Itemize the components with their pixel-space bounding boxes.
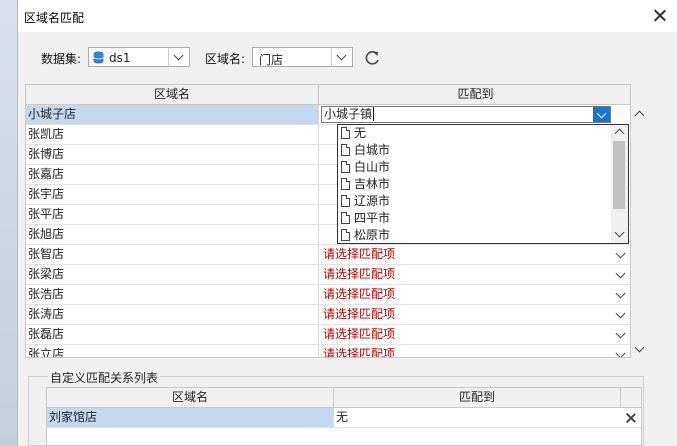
- option-label: 白城市: [354, 143, 391, 157]
- dropdown-option[interactable]: 辽源市: [338, 193, 610, 210]
- chevron-down-icon: [596, 108, 607, 119]
- match-placeholder: 请选择匹配项: [323, 307, 396, 321]
- table-row[interactable]: 张智店 请选择匹配项: [26, 245, 630, 265]
- region-cell: 张宇店: [26, 185, 319, 204]
- dataset-value: ds1: [109, 51, 131, 65]
- option-label: 无: [354, 126, 367, 140]
- region-label: 区域名:: [205, 52, 246, 66]
- dropdown-option[interactable]: 松原市: [338, 227, 610, 244]
- table-row[interactable]: 张涛店 请选择匹配项: [26, 305, 630, 325]
- region-cell: 张梁店: [26, 265, 319, 284]
- chevron-down-icon: [173, 50, 184, 61]
- column-header-action: [621, 388, 641, 408]
- region-cell: 张智店: [26, 245, 319, 264]
- scroll-up-icon[interactable]: [634, 110, 645, 121]
- scroll-up-icon[interactable]: [614, 128, 625, 139]
- match-cell[interactable]: 请选择匹配项: [319, 285, 630, 304]
- chevron-down-icon: [336, 50, 347, 61]
- dropdown-option[interactable]: 白城市: [338, 142, 610, 159]
- match-cell[interactable]: 请选择匹配项: [319, 325, 630, 344]
- region-cell: 张平店: [26, 205, 319, 224]
- custom-match-title: 自定义匹配关系列表: [48, 369, 161, 386]
- file-icon: [341, 229, 350, 241]
- close-icon[interactable]: [651, 7, 669, 25]
- match-cell[interactable]: 请选择匹配项: [319, 265, 630, 284]
- delete-icon[interactable]: [624, 411, 638, 425]
- match-placeholder: 请选择匹配项: [323, 347, 396, 358]
- match-placeholder: 请选择匹配项: [323, 327, 396, 341]
- chevron-down-icon: [615, 268, 626, 279]
- match-cell[interactable]: 请选择匹配项: [319, 245, 630, 264]
- match-placeholder: 请选择匹配项: [323, 247, 396, 261]
- region-cell: 张嘉店: [26, 165, 319, 184]
- dropdown-option[interactable]: 白山市: [338, 159, 610, 176]
- option-label: 辽源市: [354, 194, 391, 208]
- region-cell: 张立店: [26, 345, 319, 357]
- column-header-match: 匹配到: [319, 85, 630, 105]
- table-row[interactable]: 张浩店 请选择匹配项: [26, 285, 630, 305]
- file-icon: [341, 127, 350, 139]
- dropdown-option[interactable]: 无: [338, 125, 610, 142]
- region-select[interactable]: 门店: [252, 47, 353, 67]
- column-header-region: 区域名: [47, 388, 334, 408]
- option-label: 白山市: [354, 160, 391, 174]
- match-placeholder: 请选择匹配项: [323, 267, 396, 281]
- match-edit-value: 小城子镇: [324, 107, 373, 121]
- match-cell[interactable]: 请选择匹配项: [319, 305, 630, 324]
- file-icon: [341, 178, 350, 190]
- dropdown-option[interactable]: 吉林市: [338, 176, 610, 193]
- region-cell: 张博店: [26, 145, 319, 164]
- table-row[interactable]: 张磊店 请选择匹配项: [26, 325, 630, 345]
- file-icon: [341, 161, 350, 173]
- match-options-dropdown: 无 白城市 白山市 吉林市 辽源市 四平市 松原市: [337, 124, 629, 244]
- dropdown-scrollbar[interactable]: [611, 125, 628, 243]
- chevron-down-icon: [615, 328, 626, 339]
- table-row[interactable]: 张立店 请选择匹配项: [26, 345, 630, 358]
- table-row[interactable]: 小城子店 小城子镇: [26, 105, 630, 125]
- region-cell: 张涛店: [26, 305, 319, 324]
- option-label: 松原市: [354, 228, 391, 242]
- scroll-down-icon[interactable]: [614, 227, 625, 238]
- scroll-thumb[interactable]: [613, 141, 625, 209]
- option-label: 吉林市: [354, 177, 391, 191]
- dataset-label: 数据集:: [41, 52, 82, 66]
- region-cell: 小城子店: [26, 105, 319, 124]
- dataset-select[interactable]: ds1: [88, 47, 190, 67]
- region-cell: 张浩店: [26, 285, 319, 304]
- dataset-dropdown-button[interactable]: [168, 48, 189, 66]
- table-row[interactable]: 张梁店 请选择匹配项: [26, 265, 630, 285]
- region-cell: 刘家馆店: [47, 408, 334, 427]
- column-header-match: 匹配到: [334, 388, 621, 408]
- custom-match-grid: 区域名 匹配到 刘家馆店 无: [46, 387, 642, 446]
- option-label: 四平市: [354, 211, 391, 225]
- file-icon: [341, 144, 350, 156]
- match-cell[interactable]: 请选择匹配项: [319, 345, 630, 358]
- region-cell: 张磊店: [26, 325, 319, 344]
- match-dropdown-button[interactable]: [593, 107, 610, 122]
- database-icon: [93, 51, 104, 64]
- region-cell: 张旭店: [26, 225, 319, 244]
- title-bar: 区域名匹配: [18, 0, 677, 32]
- scroll-down-icon[interactable]: [634, 342, 645, 353]
- file-icon: [341, 195, 350, 207]
- match-edit-input[interactable]: 小城子镇: [321, 106, 611, 123]
- match-cell: 无: [336, 410, 349, 424]
- file-icon: [341, 212, 350, 224]
- chevron-down-icon: [615, 248, 626, 259]
- match-placeholder: 请选择匹配项: [323, 287, 396, 301]
- chevron-down-icon: [615, 308, 626, 319]
- region-value: 门店: [259, 53, 284, 67]
- region-dropdown-button[interactable]: [331, 48, 352, 66]
- chevron-down-icon: [615, 348, 626, 357]
- region-cell: 张凯店: [26, 125, 319, 144]
- column-header-region: 区域名: [26, 85, 319, 105]
- chevron-down-icon: [615, 288, 626, 299]
- table-row[interactable]: 刘家馆店 无: [47, 408, 641, 428]
- dropdown-option[interactable]: 四平市: [338, 210, 610, 227]
- window-title: 区域名匹配: [24, 11, 85, 25]
- refresh-icon[interactable]: [362, 48, 382, 68]
- grid-scrollbar[interactable]: [631, 104, 648, 358]
